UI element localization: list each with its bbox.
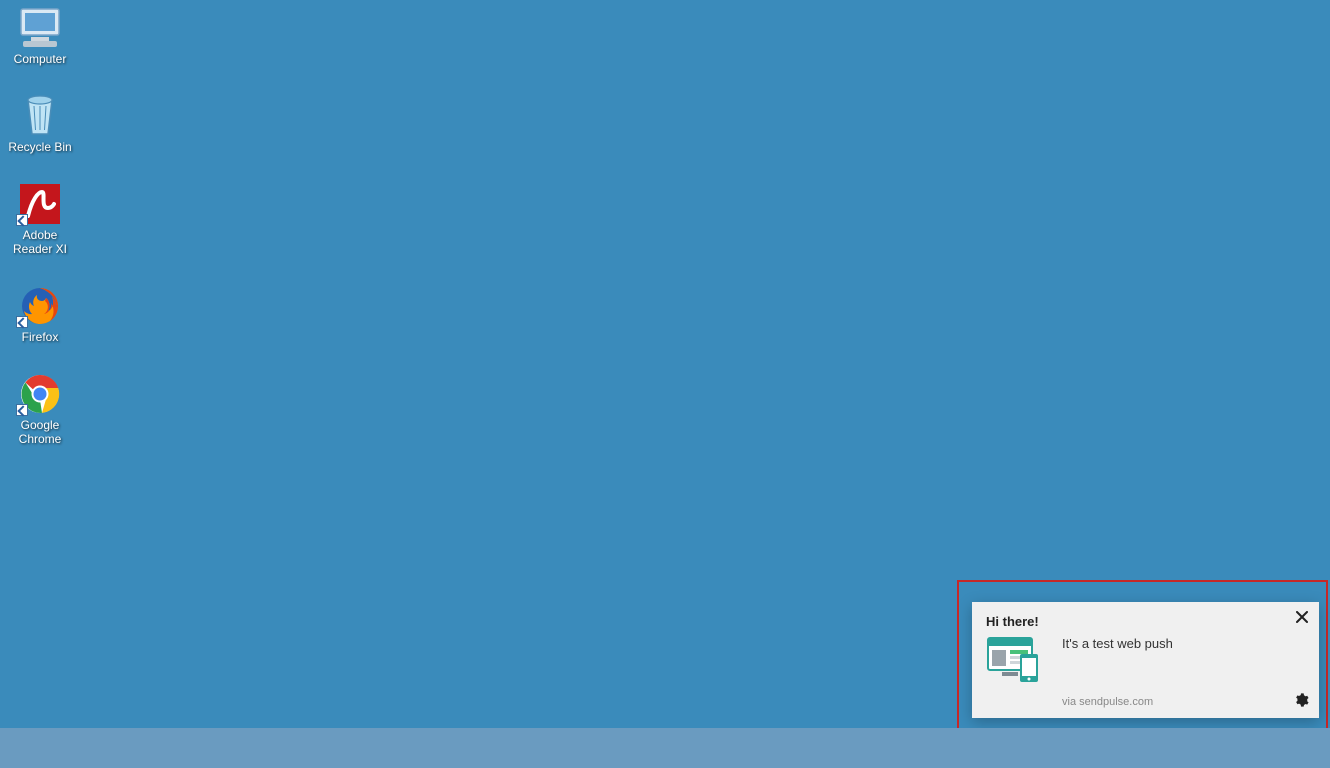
desktop-icon-google-chrome[interactable]: Google Chrome <box>2 372 78 446</box>
notification-close-button[interactable] <box>1291 608 1313 630</box>
desktop-icon-label: Recycle Bin <box>8 140 71 154</box>
shortcut-arrow-icon <box>16 316 28 328</box>
desktop-icon-recycle-bin[interactable]: Recycle Bin <box>2 94 78 154</box>
notification-image <box>986 636 1044 684</box>
desktop-icons-column: Computer Recycle Bin <box>0 6 80 474</box>
shortcut-arrow-icon <box>16 404 28 416</box>
desktop-icon-label: Google Chrome <box>19 418 62 446</box>
gear-icon <box>1293 692 1309 713</box>
notification-settings-button[interactable] <box>1291 692 1311 712</box>
shortcut-arrow-icon <box>16 214 28 226</box>
taskbar[interactable] <box>0 728 1330 768</box>
desktop-icon-adobe-reader[interactable]: Adobe Reader XI <box>2 182 78 256</box>
desktop-icon-label: Computer <box>14 52 67 66</box>
recycle-bin-icon <box>16 94 64 138</box>
desktop-icon-label: Firefox <box>22 330 59 344</box>
desktop-icon-label: Adobe Reader XI <box>13 228 67 256</box>
close-icon <box>1296 610 1308 628</box>
desktop[interactable]: Computer Recycle Bin <box>0 0 1330 728</box>
push-notification-toast[interactable]: Hi there! It's a test web pus <box>972 602 1319 718</box>
notification-title: Hi there! <box>986 614 1039 629</box>
computer-icon <box>16 6 64 50</box>
desktop-icon-computer[interactable]: Computer <box>2 6 78 66</box>
notification-source: via sendpulse.com <box>1062 696 1153 708</box>
notification-body: It's a test web push <box>1062 636 1173 651</box>
desktop-icon-firefox[interactable]: Firefox <box>2 284 78 344</box>
